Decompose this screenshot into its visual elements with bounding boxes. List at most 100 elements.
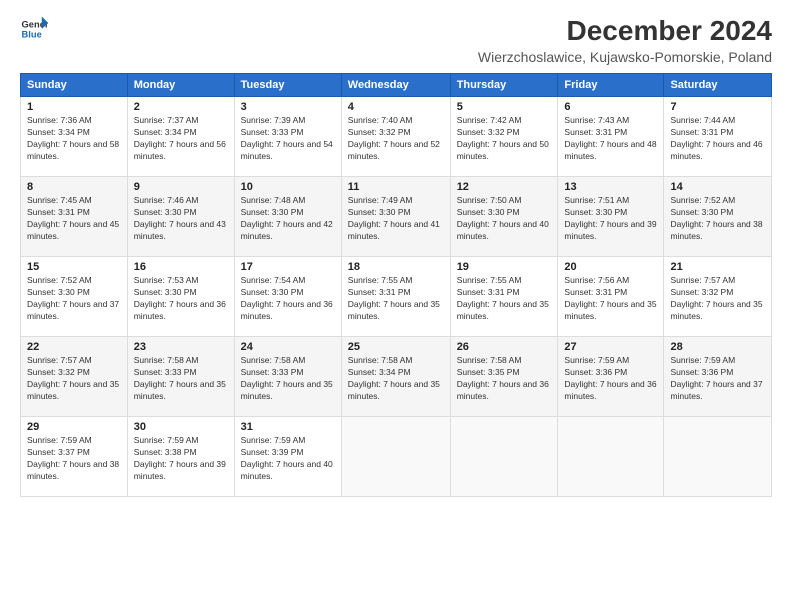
day-detail: Sunrise: 7:49 AMSunset: 3:30 PMDaylight:… (348, 195, 444, 243)
day-detail: Sunrise: 7:59 AMSunset: 3:36 PMDaylight:… (670, 355, 765, 403)
day-detail: Sunrise: 7:48 AMSunset: 3:30 PMDaylight:… (241, 195, 335, 243)
day-number: 24 (241, 341, 335, 353)
day-number: 25 (348, 341, 444, 353)
table-row: 3 Sunrise: 7:39 AMSunset: 3:33 PMDayligh… (234, 97, 341, 177)
table-row: 2 Sunrise: 7:37 AMSunset: 3:34 PMDayligh… (127, 97, 234, 177)
day-detail: Sunrise: 7:37 AMSunset: 3:34 PMDaylight:… (134, 115, 228, 163)
day-number: 31 (241, 421, 335, 433)
day-detail: Sunrise: 7:58 AMSunset: 3:34 PMDaylight:… (348, 355, 444, 403)
col-sunday: Sunday (21, 74, 128, 97)
day-detail: Sunrise: 7:43 AMSunset: 3:31 PMDaylight:… (564, 115, 657, 163)
table-row: 10 Sunrise: 7:48 AMSunset: 3:30 PMDaylig… (234, 177, 341, 257)
table-row: 6 Sunrise: 7:43 AMSunset: 3:31 PMDayligh… (558, 97, 664, 177)
col-wednesday: Wednesday (341, 74, 450, 97)
day-number: 11 (348, 181, 444, 193)
page-header: General Blue December 2024 Wierzchoslawi… (20, 15, 772, 65)
day-number: 4 (348, 101, 444, 113)
day-detail: Sunrise: 7:57 AMSunset: 3:32 PMDaylight:… (27, 355, 121, 403)
calendar-table: Sunday Monday Tuesday Wednesday Thursday… (20, 73, 772, 497)
table-row: 19 Sunrise: 7:55 AMSunset: 3:31 PMDaylig… (450, 257, 558, 337)
day-number: 23 (134, 341, 228, 353)
day-detail: Sunrise: 7:36 AMSunset: 3:34 PMDaylight:… (27, 115, 121, 163)
day-number: 22 (27, 341, 121, 353)
day-detail: Sunrise: 7:59 AMSunset: 3:37 PMDaylight:… (27, 435, 121, 483)
day-detail: Sunrise: 7:54 AMSunset: 3:30 PMDaylight:… (241, 275, 335, 323)
table-row (341, 417, 450, 497)
title-block: December 2024 Wierzchoslawice, Kujawsko-… (478, 15, 772, 65)
day-number: 9 (134, 181, 228, 193)
day-detail: Sunrise: 7:40 AMSunset: 3:32 PMDaylight:… (348, 115, 444, 163)
table-row: 29 Sunrise: 7:59 AMSunset: 3:37 PMDaylig… (21, 417, 128, 497)
day-detail: Sunrise: 7:57 AMSunset: 3:32 PMDaylight:… (670, 275, 765, 323)
day-number: 16 (134, 261, 228, 273)
calendar-header-row: Sunday Monday Tuesday Wednesday Thursday… (21, 74, 772, 97)
day-number: 2 (134, 101, 228, 113)
day-number: 13 (564, 181, 657, 193)
table-row: 20 Sunrise: 7:56 AMSunset: 3:31 PMDaylig… (558, 257, 664, 337)
col-monday: Monday (127, 74, 234, 97)
day-number: 1 (27, 101, 121, 113)
day-detail: Sunrise: 7:58 AMSunset: 3:33 PMDaylight:… (134, 355, 228, 403)
day-number: 6 (564, 101, 657, 113)
day-detail: Sunrise: 7:59 AMSunset: 3:36 PMDaylight:… (564, 355, 657, 403)
table-row (664, 417, 772, 497)
day-number: 10 (241, 181, 335, 193)
day-detail: Sunrise: 7:52 AMSunset: 3:30 PMDaylight:… (670, 195, 765, 243)
col-friday: Friday (558, 74, 664, 97)
day-detail: Sunrise: 7:58 AMSunset: 3:35 PMDaylight:… (457, 355, 552, 403)
day-number: 15 (27, 261, 121, 273)
day-number: 18 (348, 261, 444, 273)
table-row: 5 Sunrise: 7:42 AMSunset: 3:32 PMDayligh… (450, 97, 558, 177)
logo-icon: General Blue (20, 15, 48, 43)
day-number: 27 (564, 341, 657, 353)
day-detail: Sunrise: 7:45 AMSunset: 3:31 PMDaylight:… (27, 195, 121, 243)
table-row: 22 Sunrise: 7:57 AMSunset: 3:32 PMDaylig… (21, 337, 128, 417)
day-number: 14 (670, 181, 765, 193)
day-detail: Sunrise: 7:51 AMSunset: 3:30 PMDaylight:… (564, 195, 657, 243)
table-row: 4 Sunrise: 7:40 AMSunset: 3:32 PMDayligh… (341, 97, 450, 177)
table-row: 7 Sunrise: 7:44 AMSunset: 3:31 PMDayligh… (664, 97, 772, 177)
day-detail: Sunrise: 7:50 AMSunset: 3:30 PMDaylight:… (457, 195, 552, 243)
col-saturday: Saturday (664, 74, 772, 97)
table-row: 15 Sunrise: 7:52 AMSunset: 3:30 PMDaylig… (21, 257, 128, 337)
day-number: 12 (457, 181, 552, 193)
day-detail: Sunrise: 7:52 AMSunset: 3:30 PMDaylight:… (27, 275, 121, 323)
table-row: 21 Sunrise: 7:57 AMSunset: 3:32 PMDaylig… (664, 257, 772, 337)
day-detail: Sunrise: 7:59 AMSunset: 3:39 PMDaylight:… (241, 435, 335, 483)
day-number: 21 (670, 261, 765, 273)
table-row: 26 Sunrise: 7:58 AMSunset: 3:35 PMDaylig… (450, 337, 558, 417)
table-row (558, 417, 664, 497)
table-row: 23 Sunrise: 7:58 AMSunset: 3:33 PMDaylig… (127, 337, 234, 417)
day-number: 8 (27, 181, 121, 193)
table-row: 1 Sunrise: 7:36 AMSunset: 3:34 PMDayligh… (21, 97, 128, 177)
logo: General Blue (20, 15, 48, 43)
day-detail: Sunrise: 7:55 AMSunset: 3:31 PMDaylight:… (348, 275, 444, 323)
table-row: 16 Sunrise: 7:53 AMSunset: 3:30 PMDaylig… (127, 257, 234, 337)
day-detail: Sunrise: 7:56 AMSunset: 3:31 PMDaylight:… (564, 275, 657, 323)
day-number: 20 (564, 261, 657, 273)
table-row: 13 Sunrise: 7:51 AMSunset: 3:30 PMDaylig… (558, 177, 664, 257)
table-row: 24 Sunrise: 7:58 AMSunset: 3:33 PMDaylig… (234, 337, 341, 417)
day-number: 19 (457, 261, 552, 273)
svg-text:Blue: Blue (22, 30, 42, 40)
page-title: December 2024 (478, 15, 772, 47)
table-row: 8 Sunrise: 7:45 AMSunset: 3:31 PMDayligh… (21, 177, 128, 257)
table-row: 11 Sunrise: 7:49 AMSunset: 3:30 PMDaylig… (341, 177, 450, 257)
table-row: 14 Sunrise: 7:52 AMSunset: 3:30 PMDaylig… (664, 177, 772, 257)
day-detail: Sunrise: 7:44 AMSunset: 3:31 PMDaylight:… (670, 115, 765, 163)
page-subtitle: Wierzchoslawice, Kujawsko-Pomorskie, Pol… (478, 49, 772, 65)
table-row: 12 Sunrise: 7:50 AMSunset: 3:30 PMDaylig… (450, 177, 558, 257)
col-thursday: Thursday (450, 74, 558, 97)
table-row: 31 Sunrise: 7:59 AMSunset: 3:39 PMDaylig… (234, 417, 341, 497)
day-number: 7 (670, 101, 765, 113)
day-detail: Sunrise: 7:53 AMSunset: 3:30 PMDaylight:… (134, 275, 228, 323)
table-row: 9 Sunrise: 7:46 AMSunset: 3:30 PMDayligh… (127, 177, 234, 257)
table-row: 28 Sunrise: 7:59 AMSunset: 3:36 PMDaylig… (664, 337, 772, 417)
table-row: 27 Sunrise: 7:59 AMSunset: 3:36 PMDaylig… (558, 337, 664, 417)
day-detail: Sunrise: 7:59 AMSunset: 3:38 PMDaylight:… (134, 435, 228, 483)
table-row (450, 417, 558, 497)
day-detail: Sunrise: 7:55 AMSunset: 3:31 PMDaylight:… (457, 275, 552, 323)
table-row: 17 Sunrise: 7:54 AMSunset: 3:30 PMDaylig… (234, 257, 341, 337)
col-tuesday: Tuesday (234, 74, 341, 97)
table-row: 18 Sunrise: 7:55 AMSunset: 3:31 PMDaylig… (341, 257, 450, 337)
